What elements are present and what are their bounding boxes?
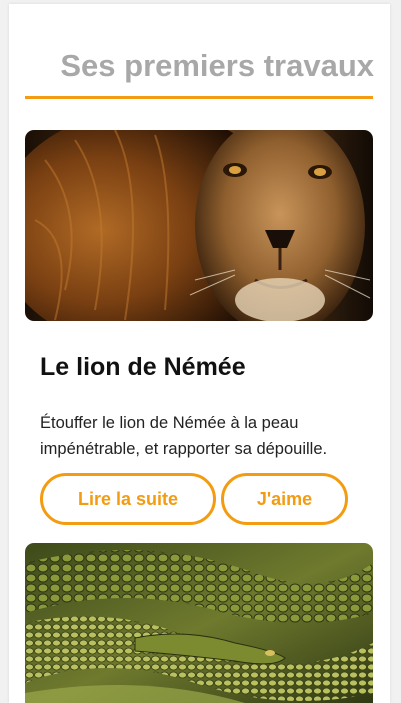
card-description: Étouffer le lion de Némée à la peau impé… [40, 414, 328, 458]
lion-image [25, 130, 373, 321]
snake-image [25, 543, 373, 703]
card-title: Le lion de Némée [40, 353, 246, 381]
section-title: Ses premiers travaux [60, 48, 374, 83]
like-button[interactable]: J'aime [221, 473, 348, 525]
read-more-button[interactable]: Lire la suite [40, 473, 216, 525]
page-container: Ses premiers travaux Le lion de Némée Ét… [9, 4, 390, 703]
title-underline [25, 96, 373, 99]
